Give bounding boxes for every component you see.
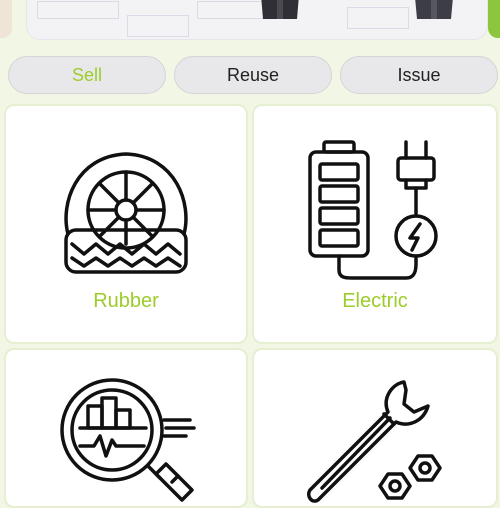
segment-tabs: Sell Reuse Issue bbox=[0, 56, 500, 96]
magnifier-chart-icon bbox=[60, 378, 196, 502]
category-card-rubber[interactable]: Rubber bbox=[4, 104, 248, 344]
category-card-electric[interactable]: Electric bbox=[252, 104, 498, 344]
wall-brick bbox=[37, 1, 119, 19]
category-label: Rubber bbox=[93, 290, 159, 312]
previous-banner-edge[interactable] bbox=[0, 0, 12, 38]
wall-brick bbox=[127, 15, 189, 37]
tab-reuse[interactable]: Reuse bbox=[174, 56, 332, 94]
category-card-tools[interactable] bbox=[252, 348, 498, 508]
tab-issue[interactable]: Issue bbox=[340, 56, 498, 94]
battery-plug-icon bbox=[308, 140, 438, 280]
category-label: Electric bbox=[342, 290, 408, 312]
wall-brick bbox=[347, 7, 409, 29]
tab-sell[interactable]: Sell bbox=[8, 56, 166, 94]
person-illustration bbox=[261, 0, 299, 19]
tire-icon bbox=[64, 152, 188, 274]
person-illustration bbox=[415, 0, 453, 19]
category-card-analysis[interactable] bbox=[4, 348, 248, 508]
wrench-nuts-icon bbox=[306, 380, 442, 503]
next-banner-edge[interactable] bbox=[488, 0, 500, 38]
promo-banner[interactable] bbox=[26, 0, 488, 40]
